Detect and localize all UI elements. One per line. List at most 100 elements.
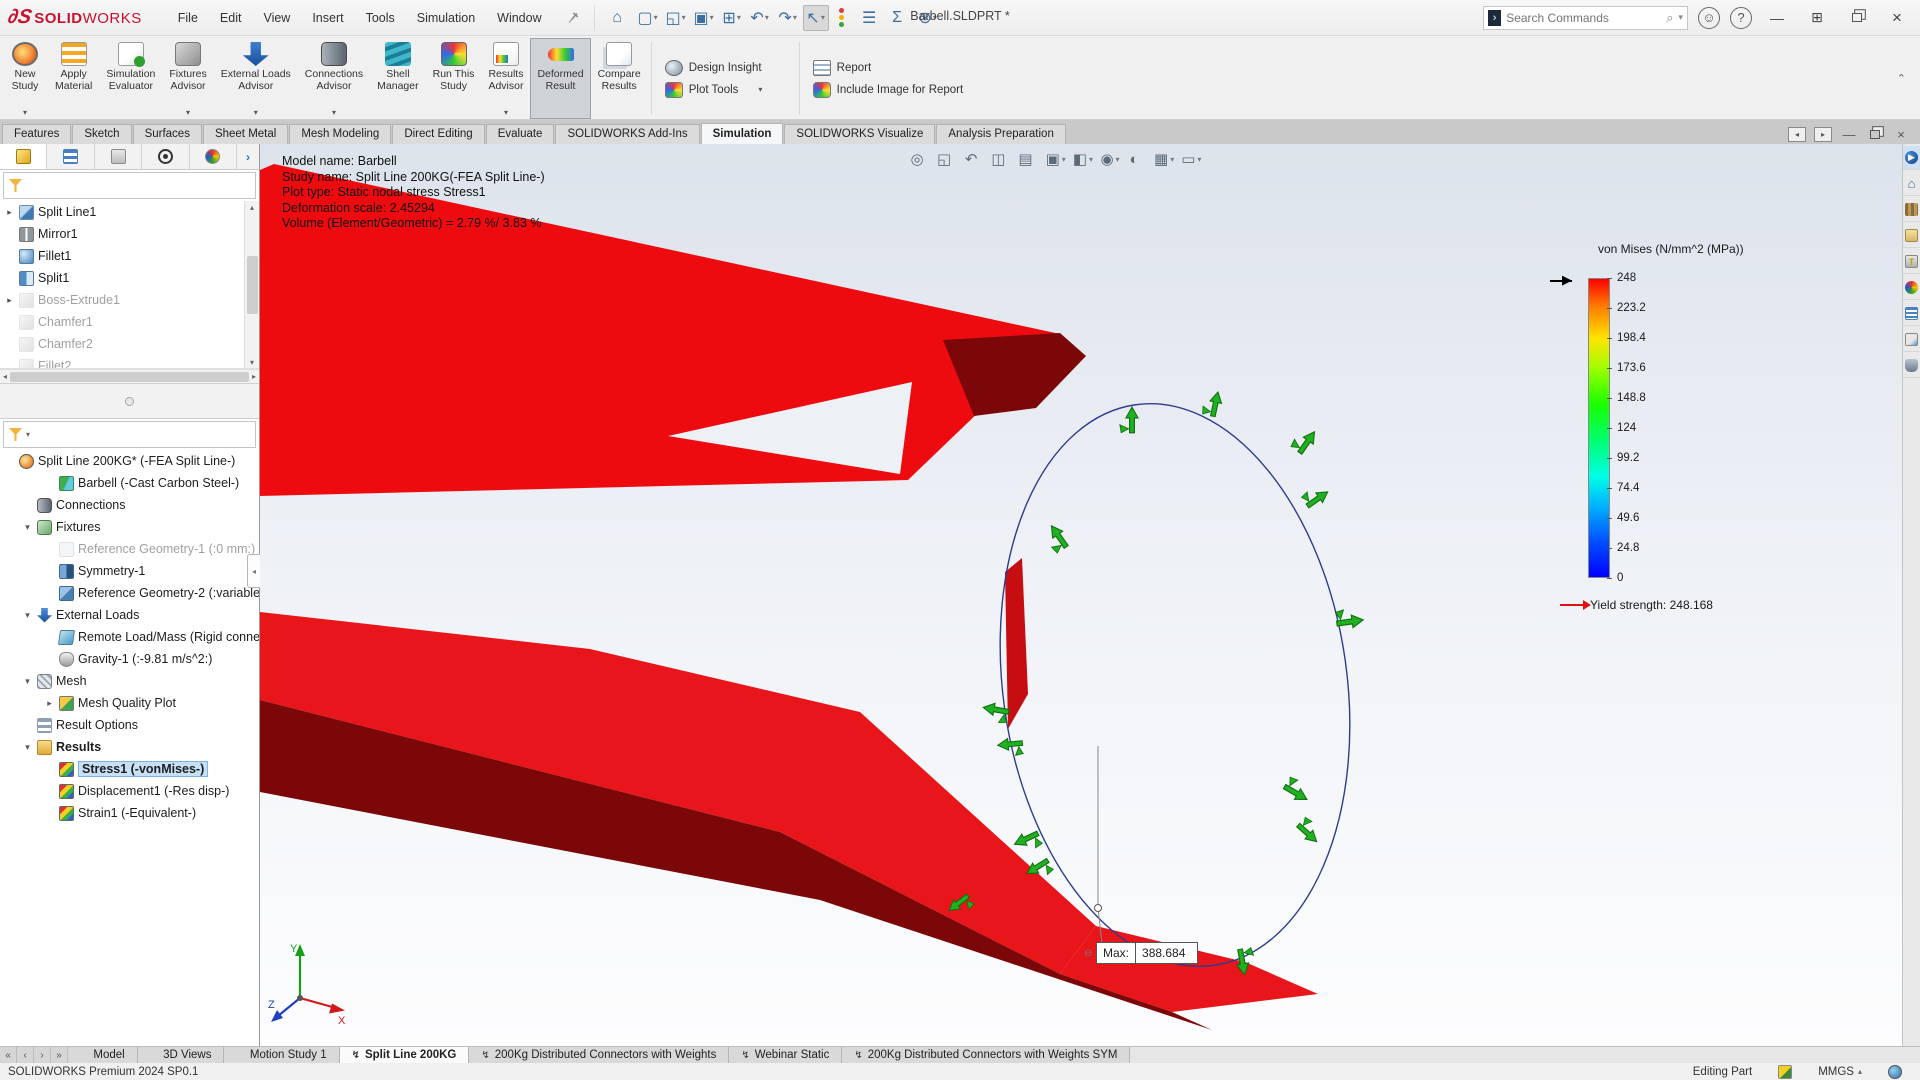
menu-item[interactable]: File: [168, 7, 208, 29]
cm-button[interactable]: Fixtures Advisor ▾: [162, 38, 213, 119]
cm-button[interactable]: Results Advisor ▾: [481, 38, 530, 119]
more-tabs-icon[interactable]: ›: [237, 144, 259, 169]
quick-tool-button[interactable]: ↖ ▾: [803, 5, 829, 31]
units-dropdown-icon[interactable]: ▴: [1858, 1067, 1862, 1076]
hud-tool-button[interactable]: ◫ ▾: [989, 147, 1013, 171]
web-help-icon[interactable]: [1888, 1065, 1902, 1079]
hud-tool-button[interactable]: ◉ ▾: [1098, 147, 1122, 171]
account-icon[interactable]: ☺: [1698, 7, 1720, 29]
hud-tool-button[interactable]: ↶ ▾: [962, 147, 986, 171]
task-pane-tab[interactable]: T: [1903, 250, 1920, 274]
unit-system-selector[interactable]: MMGS ▴: [1818, 1066, 1862, 1078]
quick-tool-button[interactable]: ◱ ▾: [663, 5, 689, 31]
menu-item[interactable]: Tools: [356, 7, 405, 29]
feature-tree-item[interactable]: ▸ Split Line1: [0, 201, 259, 223]
quick-tool-button[interactable]: ☰ ▾: [859, 5, 885, 31]
quick-tool-button[interactable]: ▢ ▾: [635, 5, 661, 31]
flyout-caret-icon[interactable]: ▾: [186, 108, 190, 117]
scroll-thumb[interactable]: [247, 256, 258, 314]
cm-button[interactable]: Run This Study ▾: [426, 38, 482, 119]
ribbon-tab[interactable]: SOLIDWORKS Add-Ins: [555, 124, 699, 144]
collapse-left-pane-button[interactable]: ◂: [1788, 127, 1806, 142]
doc-restore-button[interactable]: [1866, 127, 1884, 142]
scroll-thumb[interactable]: [10, 372, 249, 382]
tab-propertymanager[interactable]: [47, 144, 94, 169]
task-pane-tab[interactable]: [1903, 354, 1920, 378]
cm-button[interactable]: Simulation Evaluator ▾: [99, 38, 162, 119]
ribbon-tab[interactable]: Sketch: [72, 124, 131, 144]
ribbon-tab[interactable]: Mesh Modeling: [289, 124, 391, 144]
tab-nav-button[interactable]: ‹: [17, 1047, 34, 1063]
expand-arrow-icon[interactable]: ▾: [22, 742, 33, 753]
tab-dimxpertmanager[interactable]: [142, 144, 189, 169]
bottom-tab[interactable]: ↯ Split Line 200KG: [340, 1047, 470, 1063]
menu-item[interactable]: Window: [487, 7, 551, 29]
task-pane-tab[interactable]: [1903, 328, 1920, 352]
task-pane-tab[interactable]: ⌂: [1903, 172, 1920, 196]
bottom-tab[interactable]: ↯ Webinar Static: [729, 1047, 842, 1063]
feature-tree-item[interactable]: ▸ Boss-Extrude1: [0, 289, 259, 311]
flyout-caret-icon[interactable]: ▾: [332, 108, 336, 117]
ribbon-tab[interactable]: Features: [2, 124, 71, 144]
quick-tool-button[interactable]: ⊞ ▾: [719, 5, 745, 31]
feature-tree-item[interactable]: Mirror1: [0, 223, 259, 245]
flyout-caret-icon[interactable]: ▾: [23, 108, 27, 117]
minimize-button[interactable]: —: [1762, 6, 1792, 30]
tab-configurationmanager[interactable]: [95, 144, 142, 169]
study-tree-item[interactable]: Strain1 (-Equivalent-): [0, 802, 259, 824]
ribbon-tab[interactable]: Surfaces: [133, 124, 202, 144]
menu-item[interactable]: Simulation: [407, 7, 485, 29]
cm-button[interactable]: Shell Manager ▾: [370, 38, 425, 119]
tab-nav-button[interactable]: »: [51, 1047, 68, 1063]
expand-arrow-icon[interactable]: ▸: [44, 698, 55, 709]
expand-arrow-icon[interactable]: ▾: [22, 522, 33, 533]
feature-tree-filter[interactable]: [3, 172, 256, 199]
study-tree-item[interactable]: ▾ Mesh: [0, 670, 259, 692]
search-dropdown-icon[interactable]: ▾: [1678, 12, 1683, 23]
task-pane-tab[interactable]: [1903, 276, 1920, 300]
hud-tool-button[interactable]: ◧ ▾: [1071, 147, 1095, 171]
study-tree-item[interactable]: Symmetry-1: [0, 560, 259, 582]
expand-arrow-icon[interactable]: ▸: [4, 295, 15, 306]
flyout-caret-icon[interactable]: ▾: [504, 108, 508, 117]
tab-nav-button[interactable]: ›: [34, 1047, 51, 1063]
hud-tool-button[interactable]: ▣ ▾: [1044, 147, 1068, 171]
panel-flyout-handle[interactable]: ◂: [247, 554, 260, 588]
graphics-viewport[interactable]: Model name: BarbellStudy name: Split Lin…: [260, 144, 1902, 1046]
filter-dropdown-icon[interactable]: ▾: [26, 430, 30, 439]
feature-tree-vscrollbar[interactable]: ▴▾: [244, 201, 259, 369]
task-pane-tab[interactable]: [1903, 198, 1920, 222]
study-tree-item[interactable]: Barbell (-Cast Carbon Steel-): [0, 472, 259, 494]
ribbon-tab[interactable]: Evaluate: [486, 124, 555, 144]
cm-button[interactable]: Connections Advisor ▾: [298, 38, 370, 119]
study-tree-item[interactable]: Stress1 (-vonMises-): [0, 758, 259, 780]
cm-button[interactable]: Deformed Result ▾: [530, 38, 590, 119]
study-tree-item[interactable]: Reference Geometry-2 (:variable:): [0, 582, 259, 604]
hud-tool-button[interactable]: ▦ ▾: [1152, 147, 1176, 171]
study-tree-item[interactable]: Displacement1 (-Res disp-): [0, 780, 259, 802]
cm-button[interactable]: New Study ▾: [2, 38, 48, 119]
ribbon-tab[interactable]: SOLIDWORKS Visualize: [784, 124, 935, 144]
ribbon-tab[interactable]: Simulation: [701, 123, 784, 144]
cm-side-button[interactable]: Plot Tools ▾: [665, 82, 786, 98]
study-tree-item[interactable]: Connections: [0, 494, 259, 516]
feature-tree-hscrollbar[interactable]: ◂▸: [0, 369, 259, 383]
panel-splitter[interactable]: [0, 383, 259, 419]
study-tree-item[interactable]: Split Line 200KG* (-FEA Split Line-): [0, 450, 259, 472]
task-pane-tab[interactable]: ▶: [1903, 146, 1920, 170]
quick-tool-button[interactable]: ⌂ ▾: [607, 5, 633, 31]
study-tree-item[interactable]: Remote Load/Mass (Rigid connect: [0, 626, 259, 648]
flyout-caret-icon[interactable]: ▾: [254, 108, 258, 117]
ribbon-tab[interactable]: Direct Editing: [392, 124, 484, 144]
feature-tree-item[interactable]: Fillet2: [0, 355, 259, 369]
feature-tree-item[interactable]: Chamfer2: [0, 333, 259, 355]
study-tree-filter[interactable]: ▾: [3, 421, 256, 448]
quick-tool-button[interactable]: ▾: [831, 5, 857, 31]
cm-side-button[interactable]: Include Image for Report: [813, 82, 964, 98]
pin-menu-icon[interactable]: [562, 7, 584, 29]
tab-displaymanager[interactable]: [190, 144, 237, 169]
cm-side-button[interactable]: Design Insight ▾: [665, 60, 786, 76]
hud-tool-button[interactable]: ◐ ▾: [1125, 147, 1149, 171]
cm-button[interactable]: External Loads Advisor ▾: [214, 38, 298, 119]
tab-featuremanager[interactable]: [0, 144, 47, 169]
